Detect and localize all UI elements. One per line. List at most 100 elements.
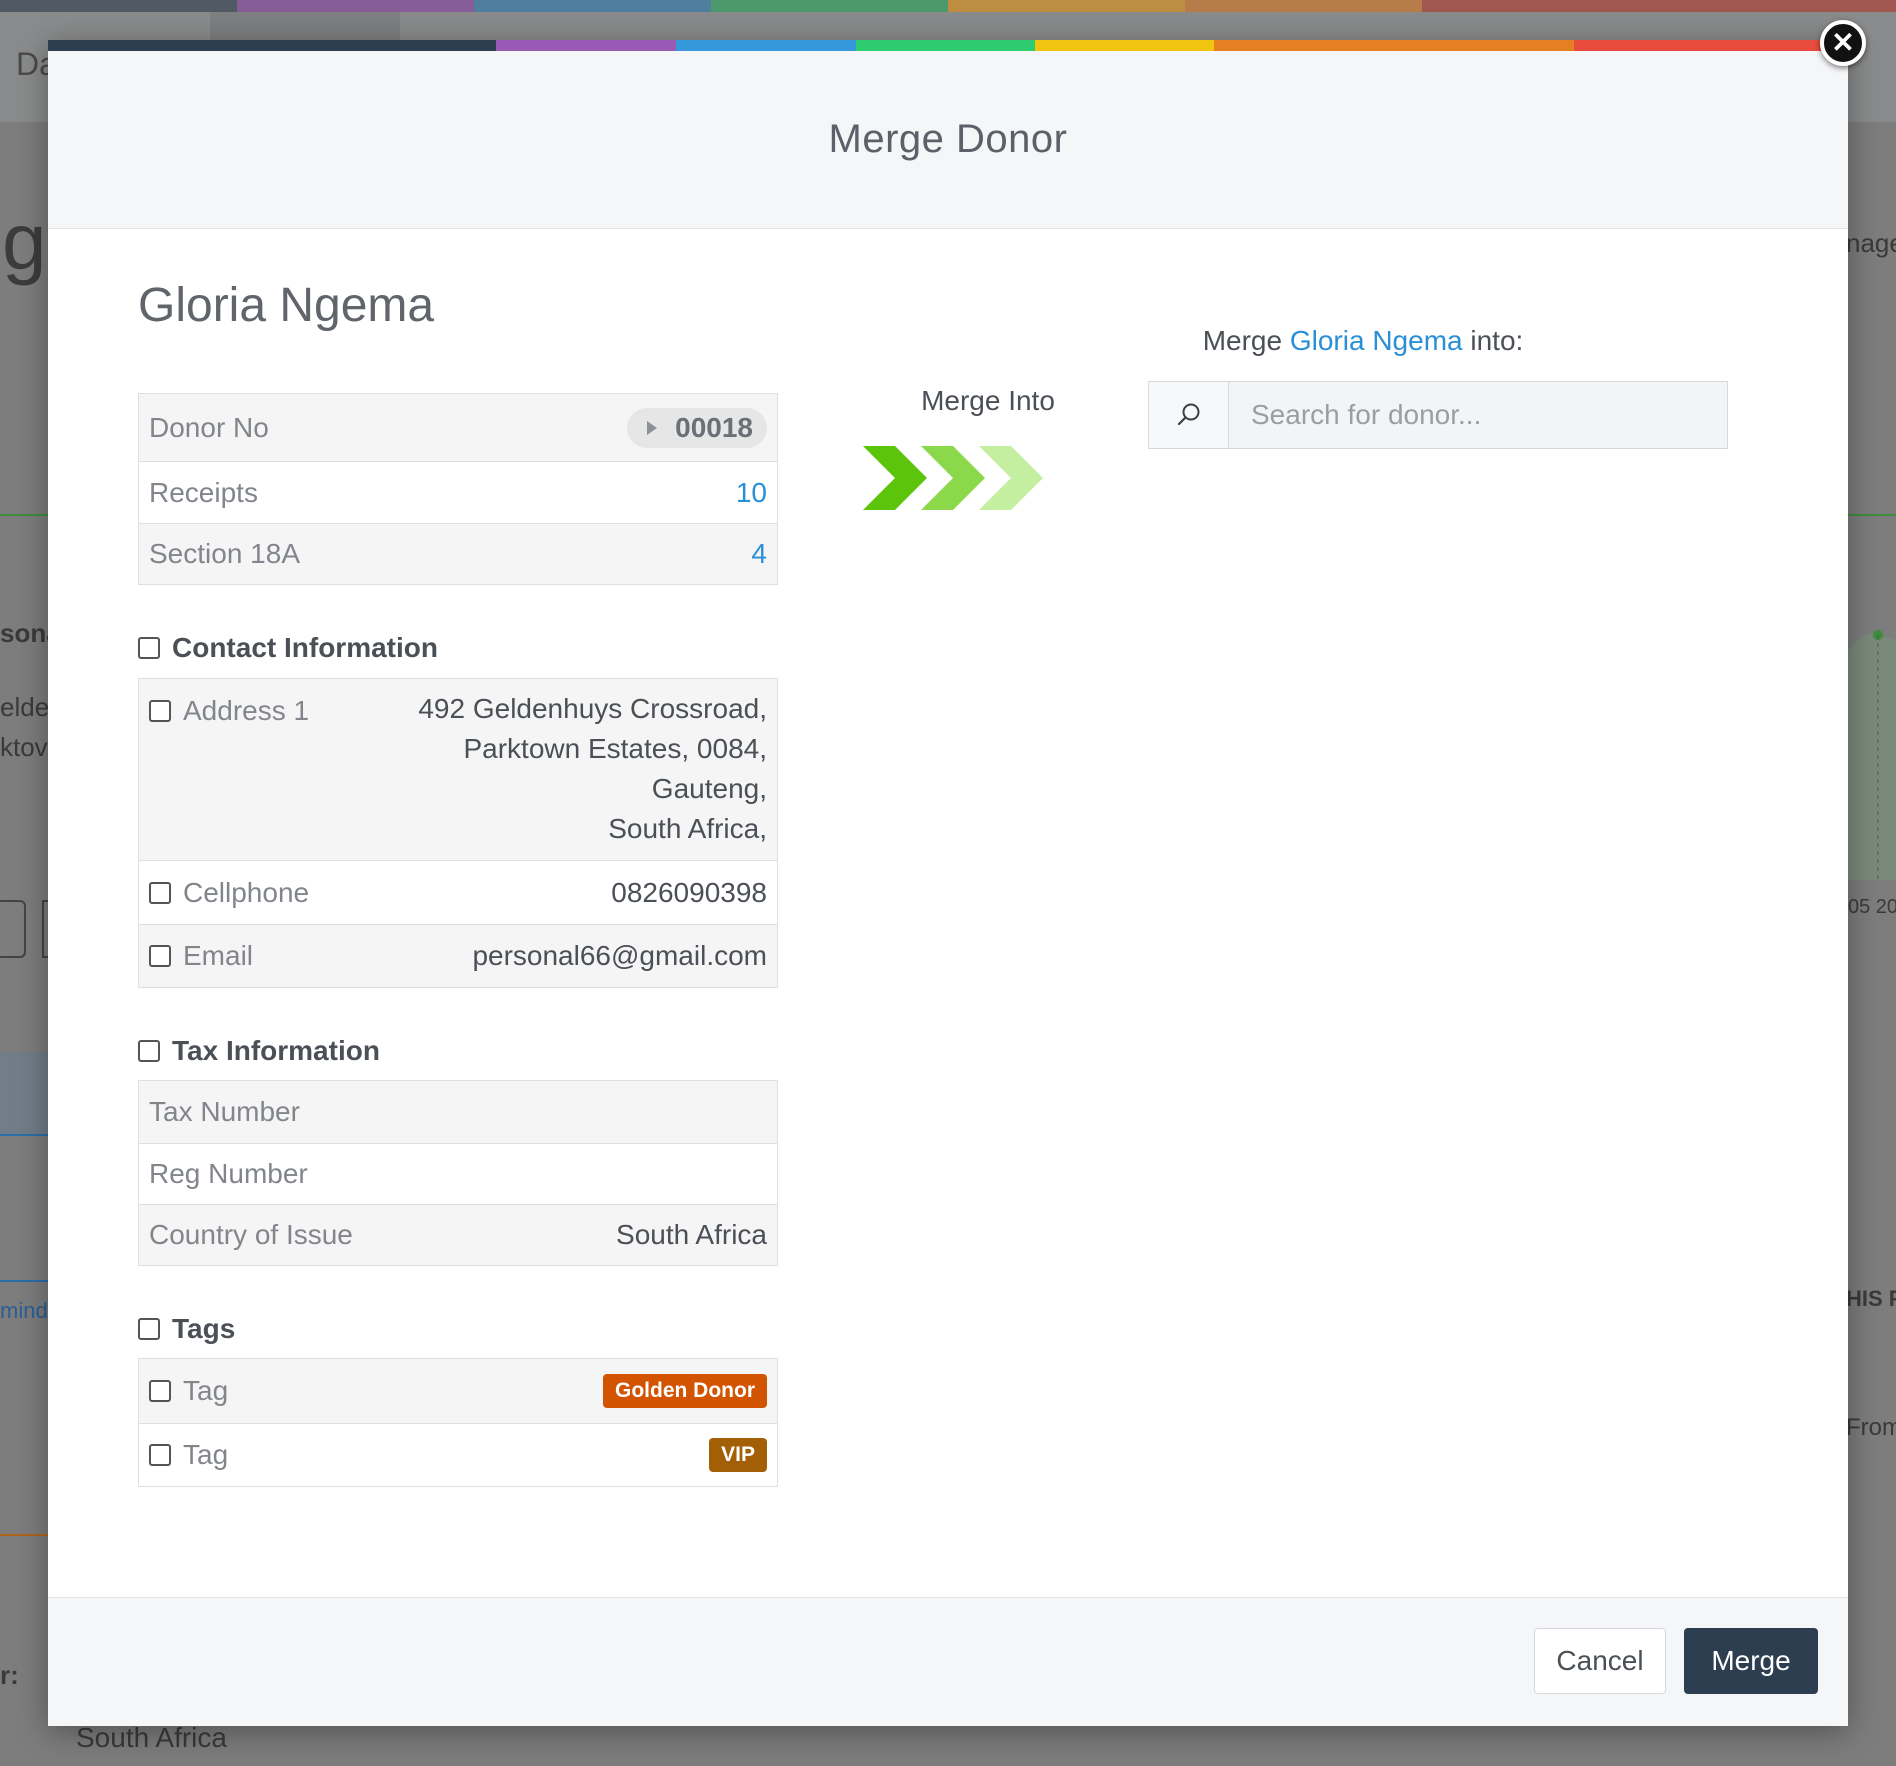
background-text-his: HIS F xyxy=(1846,1286,1896,1311)
modal-stripe-segment xyxy=(856,40,1035,51)
background-text-south-africa: South Africa xyxy=(76,1722,227,1753)
merge-target-label: Merge Gloria Ngema into: xyxy=(1148,325,1578,357)
donor-no-row: Donor No 00018 xyxy=(139,394,777,461)
address-line-1: 492 Geldenhuys Crossroad, xyxy=(418,693,767,724)
background-color-segment xyxy=(0,0,237,12)
background-color-segment xyxy=(711,0,948,12)
donor-search-input[interactable] xyxy=(1229,382,1727,448)
modal-stripe-segment xyxy=(1035,40,1214,51)
cancel-button[interactable]: Cancel xyxy=(1534,1628,1666,1694)
background-blue-line-left-2 xyxy=(0,1280,48,1282)
background-text-nage: nage xyxy=(1846,228,1896,258)
tags-section-title: Tags xyxy=(172,1313,236,1344)
tag-label-group: Tag xyxy=(149,1375,228,1407)
tax-section-title: Tax Information xyxy=(172,1035,380,1066)
donor-search-box xyxy=(1148,381,1728,449)
background-text-from: From xyxy=(1846,1414,1896,1441)
modal-stripe-segment xyxy=(1214,40,1574,51)
address-label: Address 1 xyxy=(183,695,310,726)
background-color-segment xyxy=(474,0,711,12)
cellphone-checkbox[interactable] xyxy=(149,881,171,904)
address-line-2: Parktown Estates, 0084, xyxy=(463,733,767,764)
merge-button[interactable]: Merge xyxy=(1684,1628,1818,1694)
email-label: Email xyxy=(183,940,254,971)
merge-donor-modal: Merge Donor Gloria Ngema Donor No 00018 … xyxy=(48,40,1848,1726)
background-green-line-left xyxy=(0,514,48,516)
merge-target-prefix: Merge xyxy=(1202,325,1290,356)
contact-section-checkbox[interactable] xyxy=(138,637,160,659)
tag-checkbox[interactable] xyxy=(149,1380,171,1402)
section18a-count-link[interactable]: 4 xyxy=(751,538,767,570)
tag-label: Tag xyxy=(183,1439,229,1470)
tags-section-header: Tags xyxy=(138,1313,235,1345)
background-button-left xyxy=(0,900,26,958)
country-label: Country of Issue xyxy=(149,1219,353,1250)
modal-stripe-segment xyxy=(676,40,856,51)
address-checkbox[interactable] xyxy=(149,700,171,722)
address-line-3: Gauteng, xyxy=(651,773,767,804)
tag-label-group: Tag xyxy=(149,1439,228,1471)
merge-target-suffix: into: xyxy=(1462,325,1524,356)
email-row: Email personal66@gmail.com xyxy=(139,924,777,987)
receipts-row: Receipts 10 xyxy=(139,461,777,523)
contact-section-title: Contact Information xyxy=(172,632,438,663)
background-green-line-right xyxy=(1848,514,1896,516)
modal-title: Merge Donor xyxy=(828,117,1068,161)
merge-into-label: Merge Into xyxy=(921,385,1055,416)
country-value: South Africa xyxy=(616,1219,767,1250)
reg-number-row: Reg Number xyxy=(139,1143,777,1204)
tag-checkbox[interactable] xyxy=(149,1444,171,1466)
donor-name: Gloria Ngema xyxy=(138,279,435,332)
tax-number-label: Tax Number xyxy=(149,1096,300,1127)
section18a-label: Section 18A xyxy=(149,538,300,569)
contact-section-header: Contact Information xyxy=(138,632,438,664)
background-text-mind: mind xyxy=(0,1298,48,1323)
tax-number-row: Tax Number xyxy=(139,1081,777,1143)
background-chart-fragment xyxy=(1848,630,1896,880)
address-label-group: Address 1 xyxy=(149,689,309,727)
tag-label: Tag xyxy=(183,1375,229,1406)
search-icon-addon xyxy=(1149,382,1229,448)
reg-number-label: Reg Number xyxy=(149,1158,308,1189)
tag-row: Tag Golden Donor xyxy=(139,1359,777,1423)
cellphone-label-group: Cellphone xyxy=(149,877,309,909)
background-color-segment xyxy=(1185,0,1422,12)
merge-target-donor-name: Gloria Ngema xyxy=(1289,325,1463,356)
close-icon[interactable]: ✕ xyxy=(1820,20,1866,66)
donor-no-badge[interactable]: 00018 xyxy=(627,407,767,448)
cellphone-label: Cellphone xyxy=(183,876,310,908)
tags-table: Tag Golden Donor Tag VIP xyxy=(138,1358,778,1487)
cellphone-value: 0826090398 xyxy=(611,876,767,908)
donor-summary-table: Donor No 00018 Receipts 10 Section 18A 4 xyxy=(138,393,778,585)
play-icon xyxy=(647,420,658,435)
background-text-r: r: xyxy=(0,1660,19,1690)
email-value: personal66@gmail.com xyxy=(472,940,767,971)
background-text-axis: 05 20 xyxy=(1848,896,1896,918)
modal-stripe-segment xyxy=(496,40,676,51)
tax-section-header: Tax Information xyxy=(138,1035,380,1067)
background-orange-line-left xyxy=(0,1534,48,1536)
background-color-segment xyxy=(948,0,1185,12)
tax-section-checkbox[interactable] xyxy=(138,1040,160,1062)
donor-no-value: 00018 xyxy=(675,411,753,443)
tags-section-checkbox[interactable] xyxy=(138,1318,160,1340)
receipts-count-link[interactable]: 10 xyxy=(736,477,767,509)
donor-no-label: Donor No xyxy=(149,411,269,443)
merge-arrows-icon xyxy=(863,446,1043,510)
background-color-segment xyxy=(1659,0,1896,12)
background-text-g: g xyxy=(2,197,47,286)
tax-table: Tax Number Reg Number Country of Issue S… xyxy=(138,1080,778,1266)
search-icon xyxy=(1177,403,1199,426)
section18a-row: Section 18A 4 xyxy=(139,523,777,584)
modal-header: Merge Donor xyxy=(48,51,1848,229)
receipts-label: Receipts xyxy=(149,476,258,508)
modal-footer: Cancel Merge xyxy=(48,1597,1848,1726)
email-checkbox[interactable] xyxy=(149,945,171,967)
background-highlight-left xyxy=(0,1052,48,1136)
modal-color-stripe xyxy=(48,40,1848,51)
address-line-4: South Africa, xyxy=(608,813,767,844)
modal-stripe-segment xyxy=(1574,40,1848,51)
background-color-segment xyxy=(237,0,474,12)
tag-row: Tag VIP xyxy=(139,1423,777,1486)
address-row: Address 1 492 Geldenhuys Crossroad, Park… xyxy=(139,679,777,860)
